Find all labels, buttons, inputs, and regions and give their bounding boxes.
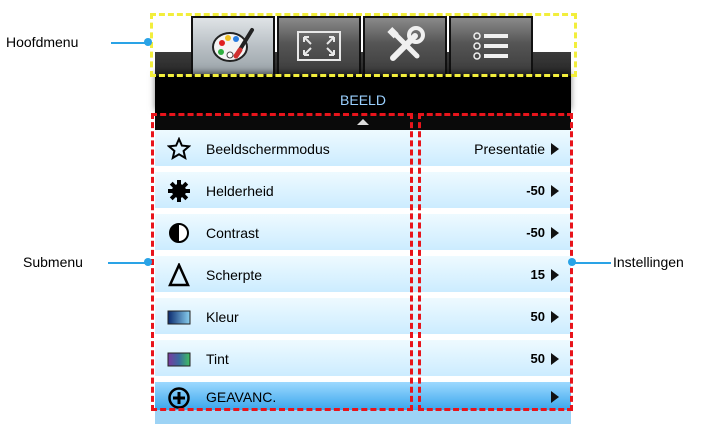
main-menu-leader-dot bbox=[144, 38, 152, 46]
submenu-leader bbox=[108, 262, 148, 264]
submenu-annotation: Submenu bbox=[23, 254, 83, 270]
main-menu-leader bbox=[111, 42, 148, 44]
submenu-leader-dot bbox=[144, 258, 152, 266]
menu-title: BEELD bbox=[340, 92, 386, 108]
settings-leader bbox=[571, 262, 611, 264]
settings-callout bbox=[418, 113, 573, 411]
menu-title-bar: BEELD bbox=[155, 76, 571, 114]
submenu-callout bbox=[151, 113, 413, 411]
menu-bottom-edge bbox=[155, 410, 571, 424]
settings-leader-dot bbox=[568, 258, 576, 266]
main-menu-annotation: Hoofdmenu bbox=[6, 34, 79, 50]
main-menu-callout bbox=[150, 13, 577, 77]
settings-annotation: Instellingen bbox=[613, 254, 684, 270]
